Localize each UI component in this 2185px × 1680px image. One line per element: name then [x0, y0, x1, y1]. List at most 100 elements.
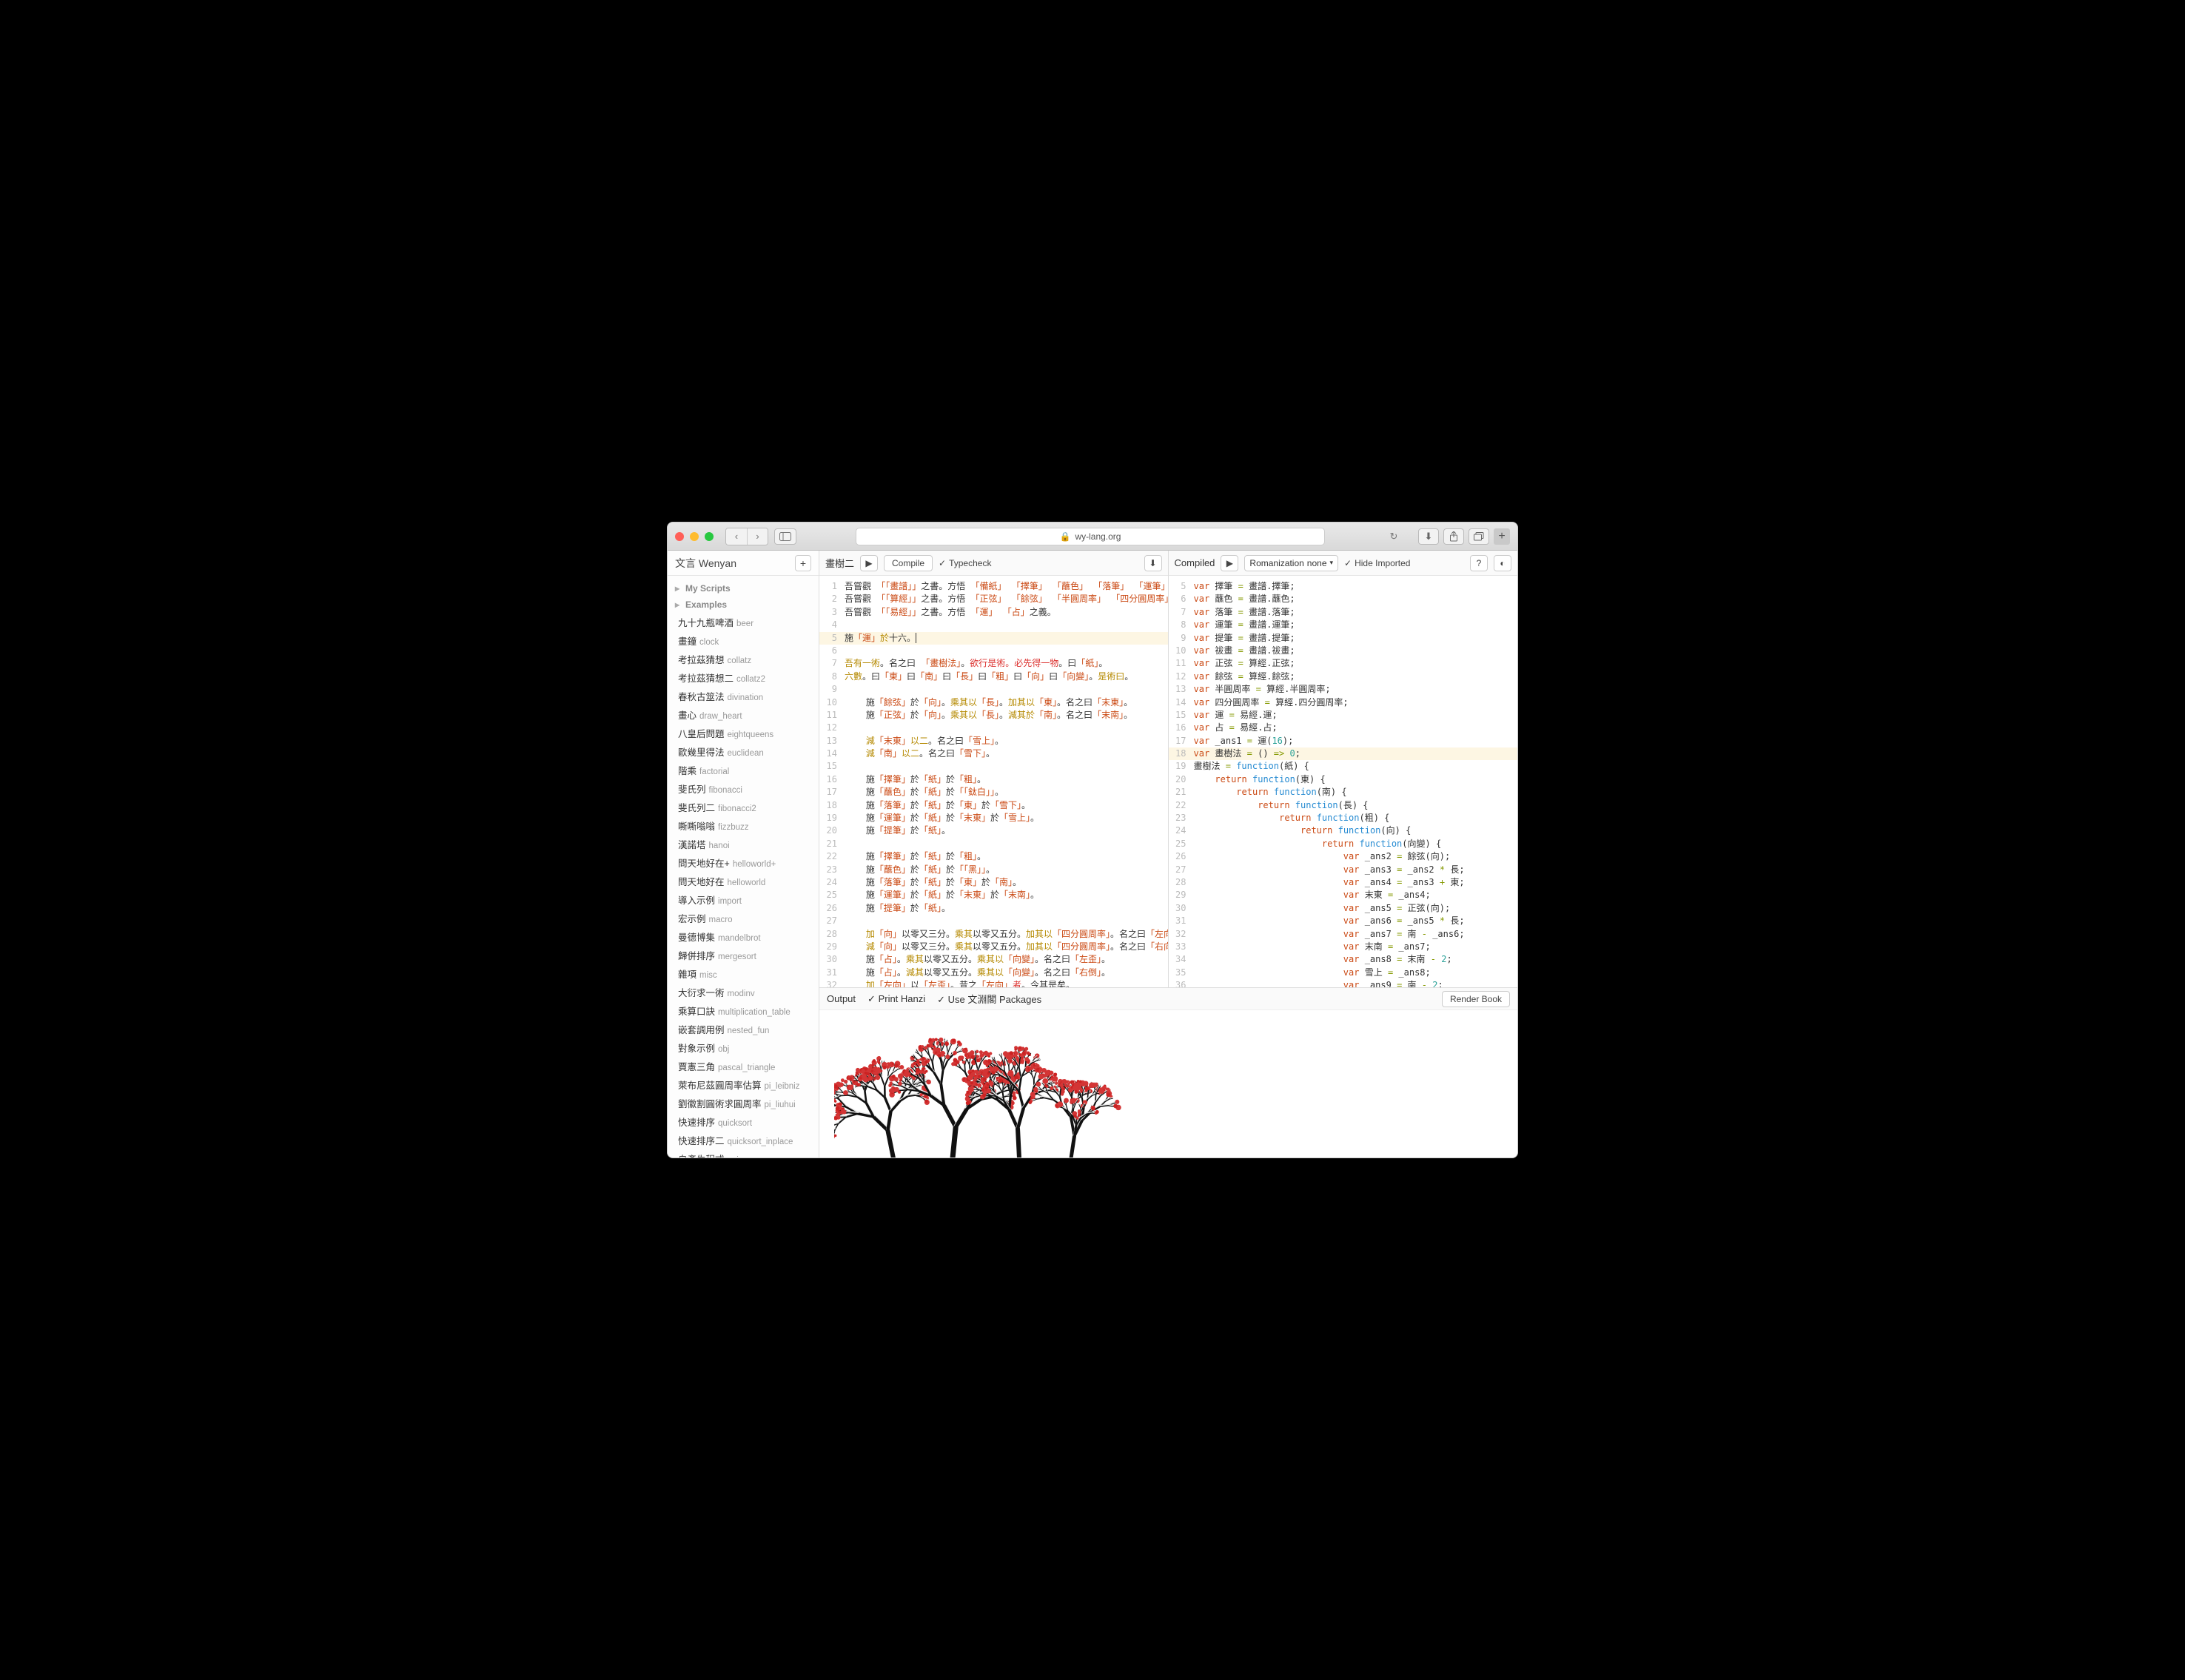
- use-packages-toggle[interactable]: ✓ Use 文淵閣 Packages: [937, 992, 1041, 1006]
- sidebar-item-pascal_triangle[interactable]: 賈憲三角pascal_triangle: [668, 1057, 819, 1075]
- sidebar-item-quicksort_inplace[interactable]: 快速排序二quicksort_inplace: [668, 1131, 819, 1149]
- theme-toggle-button[interactable]: ◐: [1494, 555, 1511, 571]
- source-line: 8六數。曰「東」曰「南」曰「長」曰「粗」曰「向」曰「向變」。是術曰。: [819, 671, 1168, 683]
- source-line: 23 施「蘸色」於「紙」於「「黑」」。: [819, 864, 1168, 876]
- source-line: 17 施「蘸色」於「紙」於「「鈦白」」。: [819, 786, 1168, 799]
- compile-button[interactable]: Compile: [884, 555, 933, 571]
- print-hanzi-toggle[interactable]: ✓ Print Hanzi: [867, 993, 925, 1005]
- sidebar-item-misc[interactable]: 雜項misc: [668, 964, 819, 983]
- source-line: 29 減「向」以零又三分。乘其以零又五分。加其以「四分圓周率」。名之曰「右向」。: [819, 941, 1168, 953]
- source-code-body[interactable]: 1吾嘗觀 「「畫譜」」之書。方悟 「備紙」 「擇筆」 「蘸色」 「落筆」 「運筆…: [819, 576, 1168, 987]
- sidebar-item-clock[interactable]: 畫鐘clock: [668, 631, 819, 650]
- sidebar-item-zh: 考拉茲猜想: [678, 655, 725, 665]
- new-tab-button[interactable]: +: [1494, 528, 1510, 545]
- source-line: 2吾嘗觀 「「算經」」之書。方悟 「正弦」 「餘弦」 「半圓周率」 「四分圓周率…: [819, 593, 1168, 605]
- compiled-line: 23 return function(粗) {: [1169, 812, 1518, 824]
- run-button[interactable]: ▶: [860, 555, 878, 571]
- fullscreen-window-button[interactable]: [705, 532, 714, 541]
- sidebar-item-eightqueens[interactable]: 八皇后問題eightqueens: [668, 724, 819, 742]
- source-line: 16 施「擇筆」於「紙」於「粗」。: [819, 773, 1168, 786]
- render-book-button[interactable]: Render Book: [1442, 991, 1510, 1007]
- source-line: 24 施「落筆」於「紙」於「東」於「南」。: [819, 876, 1168, 889]
- sidebar-item-zh: 八皇后問題: [678, 729, 725, 739]
- sidebar-item-fizzbuzz[interactable]: 嘶嘶嗡嗡fizzbuzz: [668, 816, 819, 835]
- sidebar-item-zh: 曼德博集: [678, 933, 715, 943]
- sidebar-item-pi_leibniz[interactable]: 萊布尼茲圓周率估算pi_leibniz: [668, 1075, 819, 1094]
- sidebar-item-import[interactable]: 導入示例import: [668, 890, 819, 909]
- sidebar-item-divination[interactable]: 春秋古筮法divination: [668, 687, 819, 705]
- sidebar-item-multiplication_table[interactable]: 乘算口訣multiplication_table: [668, 1001, 819, 1020]
- sidebar: 文言 Wenyan + My Scripts Examples 九十九瓶啤酒be…: [668, 551, 819, 1157]
- sidebar-item-zh: 嘶嘶嗡嗡: [678, 821, 715, 832]
- source-line: 31 施「占」。減其以零又五分。乘其以「向變」。名之曰「右倒」。: [819, 967, 1168, 979]
- source-line: 15: [819, 760, 1168, 773]
- sidebar-toggle-icon[interactable]: [774, 528, 796, 545]
- minimize-window-button[interactable]: [690, 532, 699, 541]
- sidebar-item-pi_liuhui[interactable]: 劉徽割圓術求圓周率pi_liuhui: [668, 1094, 819, 1112]
- sidebar-item-zh: 對象示例: [678, 1044, 715, 1054]
- sidebar-item-zh: 導入示例: [678, 896, 715, 906]
- sidebar-item-en: misc: [699, 971, 717, 980]
- source-title: 畫樹二: [825, 556, 854, 570]
- forward-button[interactable]: ›: [747, 528, 768, 545]
- sidebar-item-en: quicksort_inplace: [728, 1138, 793, 1146]
- help-button[interactable]: ?: [1470, 555, 1488, 571]
- sidebar-item-quicksort[interactable]: 快速排序quicksort: [668, 1112, 819, 1131]
- run-compiled-button[interactable]: ▶: [1221, 555, 1238, 571]
- tabs-icon[interactable]: [1469, 528, 1489, 545]
- sidebar-group-examples[interactable]: Examples: [668, 597, 819, 613]
- sidebar-item-euclidean[interactable]: 歐幾里得法euclidean: [668, 742, 819, 761]
- compiled-line: 35 var 雪上 = _ans8;: [1169, 967, 1518, 979]
- romanization-select[interactable]: Romanization none ▾: [1244, 555, 1338, 571]
- typecheck-label: Typecheck: [949, 558, 991, 568]
- sidebar-item-factorial[interactable]: 階乘factorial: [668, 761, 819, 779]
- compiled-line: 20 return function(東) {: [1169, 773, 1518, 786]
- typecheck-toggle[interactable]: ✓ Typecheck: [939, 558, 991, 568]
- sidebar-item-fibonacci2[interactable]: 斐氏列二fibonacci2: [668, 798, 819, 816]
- share-icon[interactable]: [1443, 528, 1464, 545]
- sidebar-item-helloworld+[interactable]: 問天地好在+helloworld+: [668, 853, 819, 872]
- compiled-header: Compiled ▶ Romanization none ▾ ✓ Hide Im…: [1169, 551, 1518, 576]
- source-line: 13 減「末東」以二。名之曰「雪上」。: [819, 735, 1168, 747]
- sidebar-item-collatz2[interactable]: 考拉茲猜想二collatz2: [668, 668, 819, 687]
- compiled-line: 11var 正弦 = 算經.正弦;: [1169, 657, 1518, 670]
- sidebar-item-zh: 快速排序二: [678, 1136, 725, 1146]
- sidebar-item-hanoi[interactable]: 漢諾塔hanoi: [668, 835, 819, 853]
- close-window-button[interactable]: [675, 532, 684, 541]
- hide-imported-toggle[interactable]: ✓ Hide Imported: [1344, 558, 1410, 568]
- sidebar-item-en: import: [718, 897, 742, 906]
- titlebar: ‹ › 🔒 wy-lang.org ↻ ⬇ +: [668, 523, 1517, 551]
- check-icon: ✓: [937, 994, 945, 1005]
- reload-icon[interactable]: ↻: [1384, 528, 1403, 545]
- source-line: 9: [819, 683, 1168, 696]
- source-line: 28 加「向」以零又三分。乘其以零又五分。加其以「四分圓周率」。名之曰「左向」。: [819, 928, 1168, 941]
- sidebar-item-fibonacci[interactable]: 斐氏列fibonacci: [668, 779, 819, 798]
- sidebar-item-obj[interactable]: 對象示例obj: [668, 1038, 819, 1057]
- add-script-button[interactable]: +: [795, 555, 811, 571]
- compiled-line: 14var 四分圓周率 = 算經.四分圓周率;: [1169, 696, 1518, 709]
- sidebar-group-myscripts[interactable]: My Scripts: [668, 580, 819, 597]
- sidebar-item-collatz[interactable]: 考拉茲猜想collatz: [668, 650, 819, 668]
- sidebar-item-en: hanoi: [709, 841, 730, 850]
- sidebar-item-macro[interactable]: 宏示例macro: [668, 909, 819, 927]
- sidebar-item-mergesort[interactable]: 歸併排序mergesort: [668, 946, 819, 964]
- sidebar-item-mandelbrot[interactable]: 曼德博集mandelbrot: [668, 927, 819, 946]
- sidebar-item-quine[interactable]: 自產生程式quine: [668, 1149, 819, 1157]
- sidebar-header: 文言 Wenyan +: [668, 551, 819, 576]
- compiled-code-body[interactable]: 5var 擇筆 = 畫譜.擇筆;6var 蘸色 = 畫譜.蘸色;7var 落筆 …: [1169, 576, 1518, 987]
- sidebar-item-zh: 問天地好在: [678, 877, 725, 887]
- source-editor-pane: 畫樹二 ▶ Compile ✓ Typecheck ⬇ 1吾嘗觀 「「畫譜」」之…: [819, 551, 1169, 987]
- url-bar[interactable]: 🔒 wy-lang.org: [856, 528, 1325, 545]
- download-icon[interactable]: ⬇: [1418, 528, 1439, 545]
- sidebar-list[interactable]: My Scripts Examples 九十九瓶啤酒beer畫鐘clock考拉茲…: [668, 576, 819, 1157]
- editor-row: 畫樹二 ▶ Compile ✓ Typecheck ⬇ 1吾嘗觀 「「畫譜」」之…: [819, 551, 1517, 987]
- sidebar-item-modinv[interactable]: 大衍求一術modinv: [668, 983, 819, 1001]
- main-area: 畫樹二 ▶ Compile ✓ Typecheck ⬇ 1吾嘗觀 「「畫譜」」之…: [819, 551, 1517, 1157]
- sidebar-item-nested_fun[interactable]: 嵌套調用例nested_fun: [668, 1020, 819, 1038]
- download-source-button[interactable]: ⬇: [1144, 555, 1162, 571]
- sidebar-item-helloworld[interactable]: 問天地好在helloworld: [668, 872, 819, 890]
- sidebar-item-draw_heart[interactable]: 畫心draw_heart: [668, 705, 819, 724]
- sidebar-item-zh: 自產生程式: [678, 1155, 725, 1157]
- back-button[interactable]: ‹: [726, 528, 747, 545]
- sidebar-item-beer[interactable]: 九十九瓶啤酒beer: [668, 613, 819, 631]
